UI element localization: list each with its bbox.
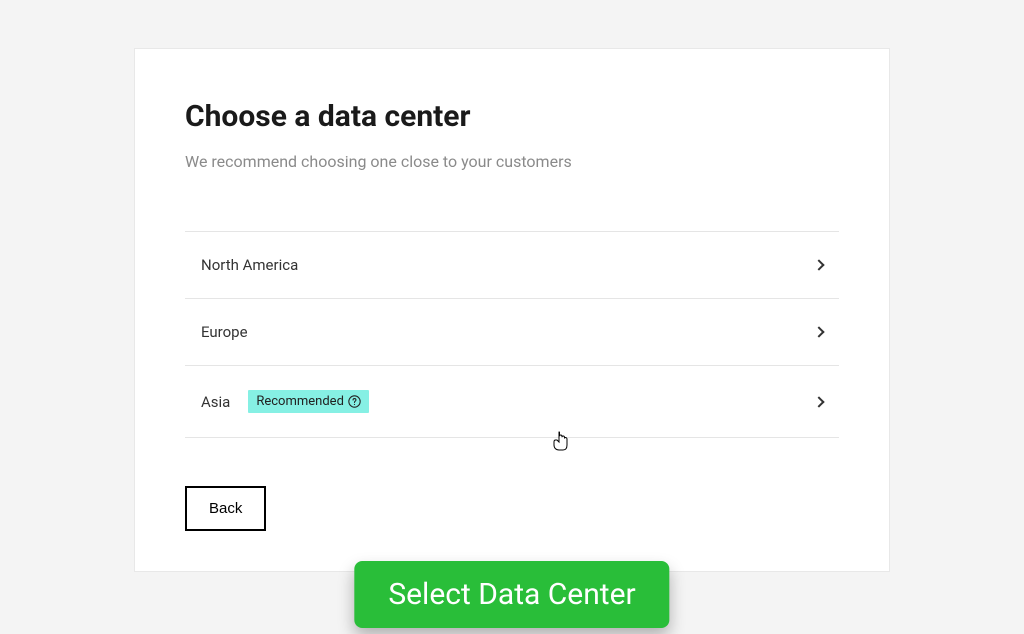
option-left: Europe (201, 323, 248, 341)
question-circle-icon (348, 395, 361, 408)
option-left: Asia Recommended (201, 390, 369, 413)
option-label: Europe (201, 323, 248, 341)
chevron-right-icon (813, 396, 824, 407)
recommended-badge: Recommended (248, 390, 369, 413)
data-center-list: North America Europe Asia Recommended (185, 231, 839, 438)
option-label: Asia (201, 393, 230, 411)
option-left: North America (201, 256, 298, 274)
page-title: Choose a data center (185, 99, 839, 134)
chevron-right-icon (813, 259, 824, 270)
chevron-right-icon (813, 326, 824, 337)
badge-text: Recommended (256, 394, 344, 409)
option-asia[interactable]: Asia Recommended (185, 366, 839, 438)
option-europe[interactable]: Europe (185, 299, 839, 366)
data-center-card: Choose a data center We recommend choosi… (134, 48, 890, 572)
page-subtitle: We recommend choosing one close to your … (185, 152, 839, 171)
option-label: North America (201, 256, 298, 274)
overlay-banner: Select Data Center (354, 561, 669, 628)
back-button[interactable]: Back (185, 486, 266, 531)
option-north-america[interactable]: North America (185, 232, 839, 299)
